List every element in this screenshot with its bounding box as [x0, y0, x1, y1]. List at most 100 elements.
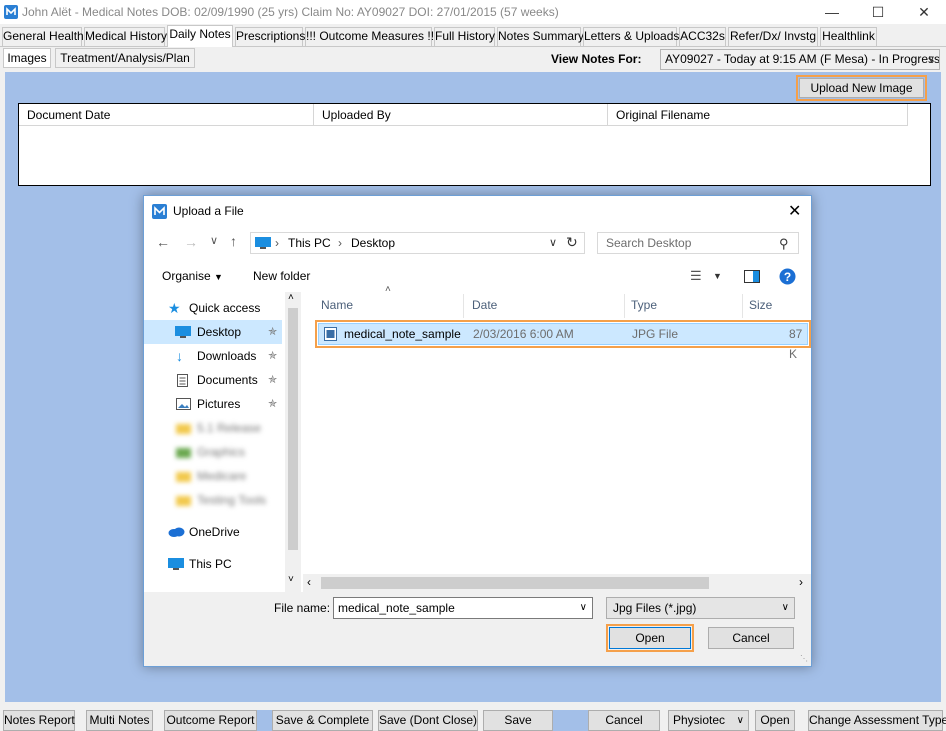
toolbar-separator: [257, 710, 272, 731]
change-assessment-type-button[interactable]: Change Assessment Type: [808, 710, 946, 731]
cancel-button[interactable]: Cancel: [708, 627, 794, 649]
address-bar[interactable]: › This PC › Desktop ∨ ↻: [250, 232, 585, 254]
nav-scrollbar[interactable]: ˄ ˅: [285, 292, 301, 592]
file-row[interactable]: medical_note_sample 2/03/2016 6:00 AM JP…: [315, 320, 811, 361]
scroll-down-icon[interactable]: ˅: [288, 574, 294, 585]
main-tabs: General Health Medical History Daily Not…: [0, 25, 946, 47]
pin-icon: ✯: [268, 350, 278, 362]
tab-letters-uploads[interactable]: Letters & Uploads: [583, 27, 679, 46]
minimize-button[interactable]: —: [812, 2, 852, 22]
search-input[interactable]: Search Desktop: [597, 232, 799, 254]
chevron-down-icon: ∨: [927, 54, 935, 65]
scroll-up-icon[interactable]: ˄: [288, 292, 294, 303]
image-file-icon: [324, 327, 337, 341]
nav-onedrive[interactable]: OneDrive: [144, 520, 282, 544]
file-type-filter[interactable]: Jpg Files (*.jpg) ∨: [606, 597, 795, 619]
nav-folder-label: 5.1 Release: [197, 421, 262, 435]
nav-folder-blurred[interactable]: Graphics: [144, 440, 282, 464]
save-dont-close-button[interactable]: Save (Dont Close): [378, 710, 478, 731]
file-name-input[interactable]: medical_note_sample ∨: [333, 597, 593, 619]
column-type[interactable]: Type: [625, 294, 743, 318]
chevron-right-icon: ›: [275, 236, 279, 250]
nav-folder-blurred[interactable]: 5.1 Release: [144, 416, 282, 440]
tab-daily-notes[interactable]: Daily Notes: [167, 25, 233, 47]
scroll-left-icon[interactable]: ‹: [307, 575, 311, 589]
tab-outcome-measures[interactable]: !!! Outcome Measures !!!: [305, 27, 437, 46]
chevron-right-icon: ›: [338, 236, 342, 250]
new-folder-button[interactable]: New folder: [253, 269, 310, 283]
up-arrow-icon[interactable]: ↑: [230, 233, 237, 249]
scroll-right-icon[interactable]: ›: [799, 575, 803, 589]
nav-folder-blurred[interactable]: Medicare: [144, 464, 282, 488]
nav-desktop[interactable]: Desktop ✯: [144, 320, 282, 344]
nav-downloads[interactable]: ↓ Downloads ✯: [144, 344, 282, 368]
nav-documents[interactable]: Documents ✯: [144, 368, 282, 392]
tab-acc32s[interactable]: ACC32s: [679, 27, 726, 46]
tab-healthlink[interactable]: Healthlink: [820, 27, 877, 46]
tab-full-history[interactable]: Full History: [434, 27, 495, 46]
tab-general-health[interactable]: General Health: [2, 27, 84, 46]
document-icon: [177, 374, 188, 387]
nav-documents-label: Documents: [197, 373, 258, 387]
caret-down-icon[interactable]: ▼: [713, 271, 722, 281]
subtab-images[interactable]: Images: [3, 48, 51, 68]
file-list-hscrollbar[interactable]: ‹ ›: [303, 574, 811, 592]
view-notes-select[interactable]: AY09027 - Today at 9:15 AM (F Mesa) - In…: [660, 49, 940, 70]
open-button[interactable]: Open: [606, 624, 694, 652]
scroll-thumb[interactable]: [288, 308, 298, 550]
column-uploaded-by[interactable]: Uploaded By: [314, 104, 608, 126]
resize-grip-icon[interactable]: ⋱: [800, 654, 808, 663]
column-size[interactable]: Size: [743, 294, 811, 318]
scroll-thumb[interactable]: [321, 577, 709, 589]
svg-text:?: ?: [784, 270, 791, 284]
navigation-pane: ★ Quick access Desktop ✯ ↓ Downloads ✯ D…: [144, 292, 301, 592]
column-document-date[interactable]: Document Date: [19, 104, 314, 126]
help-icon[interactable]: ?: [779, 268, 796, 285]
maximize-button[interactable]: ☐: [858, 2, 898, 22]
pin-icon: ✯: [268, 398, 278, 410]
nav-pictures[interactable]: Pictures ✯: [144, 392, 282, 416]
chevron-down-icon[interactable]: ∨: [549, 233, 557, 253]
save-button[interactable]: Save: [483, 710, 553, 731]
column-name[interactable]: Name: [303, 294, 464, 318]
physiotec-value: Physiotec: [673, 713, 726, 727]
organise-menu[interactable]: Organise ▼: [162, 269, 223, 283]
desktop-icon: [175, 326, 191, 338]
caret-down-icon: ▼: [214, 272, 223, 282]
folder-icon: [176, 472, 191, 482]
outcome-report-button[interactable]: Outcome Report: [164, 710, 257, 731]
save-complete-button[interactable]: Save & Complete: [272, 710, 373, 731]
nav-folder-blurred[interactable]: Testing Tools: [144, 488, 282, 512]
column-date[interactable]: Date: [464, 294, 625, 318]
multi-notes-button[interactable]: Multi Notes: [86, 710, 153, 731]
view-notes-label: View Notes For:: [551, 52, 642, 66]
picture-icon: [176, 398, 191, 410]
tab-medical-history[interactable]: Medical History: [84, 27, 167, 46]
app-logo-icon: [152, 204, 167, 219]
preview-pane-icon[interactable]: [744, 270, 760, 283]
notes-report-button[interactable]: Notes Report: [3, 710, 75, 731]
view-options-icon[interactable]: ☰: [690, 268, 702, 284]
tab-notes-summary[interactable]: Notes Summary: [497, 27, 584, 46]
open-note-button[interactable]: Open: [755, 710, 795, 731]
physiotec-select[interactable]: Physiotec ∨: [668, 710, 749, 731]
forward-arrow-icon[interactable]: →: [184, 234, 198, 250]
cancel-note-button[interactable]: Cancel: [588, 710, 660, 731]
title-bar: John Alët - Medical Notes DOB: 02/09/199…: [0, 0, 946, 24]
chevron-down-icon[interactable]: ∨: [580, 598, 587, 618]
breadcrumb-desktop[interactable]: Desktop: [351, 233, 395, 253]
nav-downloads-label: Downloads: [197, 349, 257, 363]
back-arrow-icon[interactable]: ←: [156, 234, 170, 250]
close-button[interactable]: ✕: [904, 2, 944, 22]
nav-this-pc[interactable]: This PC: [144, 552, 282, 576]
tab-refer-dx[interactable]: Refer/Dx/ Invstg: [728, 27, 818, 46]
chevron-down-icon[interactable]: ∨: [210, 234, 218, 247]
nav-quick-access[interactable]: ★ Quick access: [144, 296, 282, 320]
subtab-treatment[interactable]: Treatment/Analysis/Plan: [55, 48, 195, 68]
breadcrumb-this-pc[interactable]: This PC: [288, 233, 331, 253]
dialog-close-icon[interactable]: ✕: [788, 201, 801, 221]
column-original-filename[interactable]: Original Filename: [608, 104, 908, 126]
upload-new-image-button[interactable]: Upload New Image: [796, 75, 927, 101]
tab-prescriptions[interactable]: Prescriptions: [235, 27, 305, 46]
refresh-icon[interactable]: ↻: [566, 232, 578, 252]
